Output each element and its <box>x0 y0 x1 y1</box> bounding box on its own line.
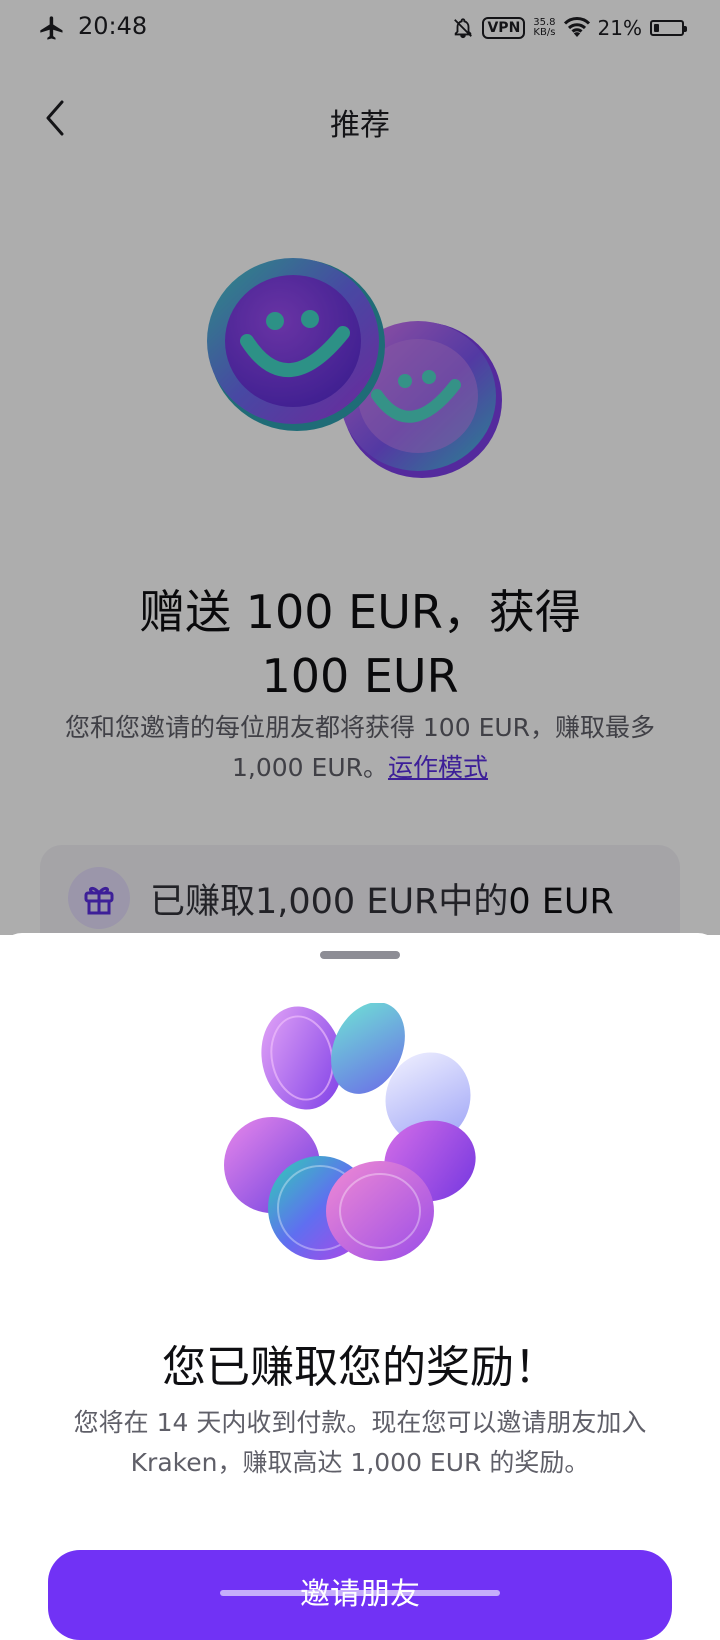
reward-title: 您已赚取您的奖励！ <box>162 1342 558 1393</box>
sheet-drag-handle[interactable] <box>320 951 400 959</box>
home-indicator <box>220 1590 500 1596</box>
modal-scrim[interactable] <box>0 0 720 935</box>
coins-illustration <box>224 1003 476 1261</box>
reward-description: 您将在 14 天内收到付款。现在您可以邀请朋友加入 Kraken，赚取高达 1,… <box>73 1408 647 1477</box>
reward-bottom-sheet: 您已赚取您的奖励！ 您将在 14 天内收到付款。现在您可以邀请朋友加入 Krak… <box>0 933 720 1640</box>
